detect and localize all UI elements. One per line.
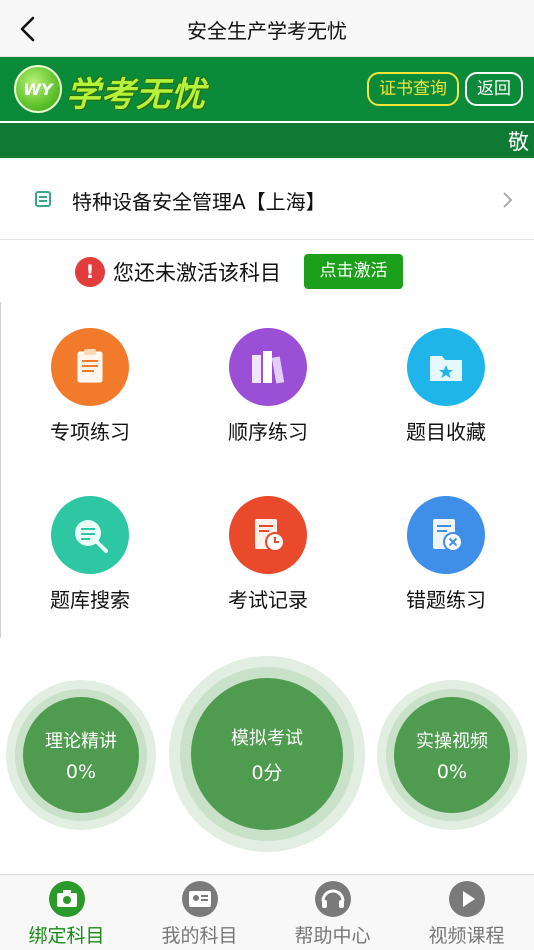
search-doc-icon	[51, 496, 129, 574]
feature-favorites[interactable]: 题目收藏	[357, 302, 534, 470]
bottom-tab-bar: 绑定科目 我的科目 帮助中心 视频课程	[0, 874, 534, 950]
activate-button[interactable]: 点击激活	[304, 254, 403, 289]
marquee-text: 敬	[508, 130, 529, 154]
logo-badge: WY	[14, 65, 62, 113]
feature-label: 题目收藏	[406, 420, 486, 444]
theory-label: 理论精讲	[45, 731, 117, 752]
wrong-doc-icon	[407, 496, 485, 574]
star-folder-icon	[407, 328, 485, 406]
books-icon	[229, 328, 307, 406]
mock-exam-circle[interactable]: 模拟考试 0分	[169, 656, 365, 852]
theory-lecture-circle[interactable]: 理论精讲 0%	[6, 680, 156, 830]
exam-clock-icon	[229, 496, 307, 574]
tab-help-center[interactable]: 帮助中心	[266, 875, 399, 950]
subject-name: 特种设备安全管理A【上海】	[72, 190, 326, 214]
feature-label: 考试记录	[228, 588, 308, 612]
top-nav-bar: 安全生产学考无忧	[0, 0, 534, 57]
progress-circles: 理论精讲 0% 模拟考试 0分 实操视频 0%	[0, 640, 534, 872]
page-title: 安全生产学考无忧	[187, 19, 347, 43]
video-label: 实操视频	[416, 731, 488, 752]
headset-icon	[315, 881, 351, 917]
subject-row[interactable]: 特种设备安全管理A【上海】	[0, 158, 534, 240]
mock-exam-value: 0分	[251, 762, 283, 784]
feature-label: 错题练习	[406, 588, 486, 612]
camera-icon	[49, 881, 85, 917]
feature-label: 题库搜索	[50, 588, 130, 612]
warning-icon: !	[75, 257, 105, 287]
tab-label: 视频课程	[428, 925, 505, 947]
notice-marquee: 敬	[0, 121, 534, 158]
tab-bind-subject[interactable]: 绑定科目	[0, 875, 133, 950]
feature-label: 专项练习	[50, 420, 130, 444]
play-icon	[449, 881, 485, 917]
feature-question-search[interactable]: 题库搜索	[1, 470, 179, 638]
clipboard-icon	[51, 328, 129, 406]
tab-my-subjects[interactable]: 我的科目	[133, 875, 266, 950]
feature-exam-records[interactable]: 考试记录	[179, 470, 357, 638]
feature-grid: 专项练习 顺序练习 题目收藏 题库搜索 考试记录 错题练习	[0, 302, 534, 638]
tab-label: 帮助中心	[294, 925, 371, 947]
tab-label: 绑定科目	[28, 925, 105, 947]
document-icon	[34, 190, 52, 208]
certificate-query-button[interactable]: 证书查询	[367, 72, 459, 106]
chevron-right-icon	[502, 191, 514, 209]
feature-special-practice[interactable]: 专项练习	[1, 302, 179, 470]
feature-sequential-practice[interactable]: 顺序练习	[179, 302, 357, 470]
theory-value: 0%	[65, 761, 97, 783]
tab-label: 我的科目	[161, 925, 238, 947]
id-card-icon	[182, 881, 218, 917]
feature-label: 顺序练习	[228, 420, 308, 444]
practical-video-circle[interactable]: 实操视频 0%	[377, 680, 527, 830]
tab-video-courses[interactable]: 视频课程	[400, 875, 533, 950]
activation-row: ! 您还未激活该科目 点击激活	[0, 241, 534, 301]
feature-wrong-questions[interactable]: 错题练习	[357, 470, 534, 638]
activation-message: 您还未激活该科目	[113, 261, 281, 285]
brand-bar: WY 学考无忧 证书查询 返回	[0, 57, 534, 121]
mock-exam-label: 模拟考试	[231, 728, 303, 749]
logo-text: 学考无忧	[66, 75, 206, 115]
video-value: 0%	[436, 761, 468, 783]
return-button[interactable]: 返回	[465, 72, 523, 106]
logo-badge-text: WY	[23, 80, 53, 99]
